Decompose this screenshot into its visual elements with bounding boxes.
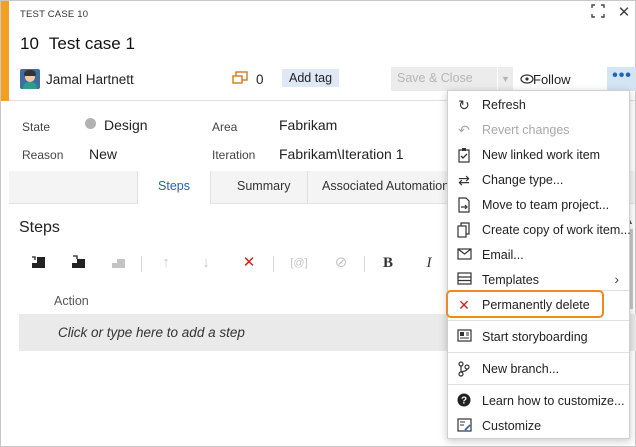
menu-item-label: Revert changes <box>482 123 570 137</box>
chevron-right-icon: › <box>614 271 619 287</box>
italic-icon[interactable]: I <box>420 254 438 272</box>
avatar <box>20 69 40 89</box>
menu-separator <box>448 320 629 321</box>
area-value[interactable]: Fabrikam <box>279 117 337 133</box>
revert-icon: ↶ <box>458 122 470 138</box>
menu-separator <box>448 384 629 385</box>
area-label: Area <box>212 120 238 134</box>
more-actions-button[interactable]: ••• <box>607 67 636 91</box>
help-icon: ? <box>456 393 472 409</box>
insert-parameter-icon: [@] <box>290 257 308 269</box>
templates-icon <box>456 272 472 288</box>
state-indicator-dot <box>85 118 96 129</box>
menu-item-templates[interactable]: Templates › <box>448 268 629 292</box>
highlight-permanently-delete <box>446 290 604 318</box>
menu-item-create-copy[interactable]: Create copy of work item... <box>448 218 631 242</box>
work-item-title-row: 10 Test case 1 <box>20 34 135 54</box>
svg-text:?: ? <box>461 396 467 407</box>
menu-item-label: Create copy of work item... <box>482 223 631 237</box>
move-up-icon: ↑ <box>162 254 170 271</box>
work-item-type-color-bar <box>1 1 9 101</box>
menu-item-label: Start storyboarding <box>482 330 588 344</box>
copy-icon <box>456 222 472 238</box>
work-item-header: TEST CASE 10 ✕ 10 Test case 1 Jamal Hartn… <box>9 1 636 101</box>
menu-item-label: Templates <box>482 273 539 287</box>
assigned-to[interactable]: Jamal Hartnett <box>46 72 134 87</box>
menu-item-new-linked-work-item[interactable]: New linked work item <box>448 143 629 167</box>
iteration-label: Iteration <box>212 148 256 162</box>
menu-item-refresh[interactable]: ↻ Refresh <box>448 93 629 117</box>
create-shared-steps-icon <box>109 254 127 272</box>
menu-item-label: Change type... <box>482 173 564 187</box>
menu-item-label: Customize <box>482 419 542 433</box>
menu-item-label: New linked work item <box>482 148 601 162</box>
menu-item-label: Refresh <box>482 98 526 112</box>
insert-step-icon[interactable] <box>29 254 47 272</box>
menu-item-label: Email... <box>482 248 524 262</box>
customize-icon <box>456 418 472 434</box>
add-step-placeholder: Click or type here to add a step <box>58 325 245 340</box>
work-item-meta-row: Jamal Hartnett 0 Add tag Save & Close ▼ … <box>20 67 636 92</box>
iteration-value[interactable]: Fabrikam\Iteration 1 <box>279 146 404 162</box>
menu-item-label: New branch... <box>482 362 560 376</box>
menu-item-learn-customize[interactable]: ? Learn how to customize... <box>448 389 629 413</box>
menu-item-revert-changes: ↶ Revert changes <box>448 118 629 142</box>
follow-button[interactable]: Follow <box>533 72 571 87</box>
linked-item-icon <box>456 147 472 163</box>
maximize-icon[interactable] <box>589 4 607 22</box>
menu-item-move-to-team-project[interactable]: Move to team project... <box>448 193 629 217</box>
work-item-title[interactable]: Test case 1 <box>49 34 135 53</box>
menu-separator <box>448 352 629 353</box>
move-down-icon: ↓ <box>202 254 210 271</box>
work-item-id: 10 <box>20 34 39 53</box>
menu-item-label: Move to team project... <box>482 198 610 212</box>
insert-shared-steps-icon[interactable] <box>69 254 87 272</box>
state-label: State <box>22 120 51 134</box>
eye-icon <box>520 74 534 84</box>
bold-icon[interactable]: B <box>379 254 397 272</box>
more-actions-menu: ↻ Refresh ↶ Revert changes New linked wo… <box>447 90 631 439</box>
move-icon <box>456 197 472 213</box>
save-close-button[interactable]: Save & Close ▼ <box>391 67 513 91</box>
reason-value[interactable]: New <box>89 146 117 162</box>
state-value[interactable]: Design <box>104 117 148 133</box>
menu-item-customize[interactable]: Customize <box>448 414 629 438</box>
reason-label: Reason <box>22 148 64 162</box>
change-type-icon: ⇄ <box>458 172 470 188</box>
work-item-form: TEST CASE 10 ✕ 10 Test case 1 Jamal Hartn… <box>0 0 636 447</box>
branch-icon <box>456 361 472 377</box>
menu-item-new-branch[interactable]: New branch... <box>448 357 629 381</box>
comment-icon[interactable] <box>232 71 248 86</box>
menu-item-label: Learn how to customize... <box>482 394 625 408</box>
close-icon[interactable]: ✕ <box>615 4 633 22</box>
add-tag-button[interactable]: Add tag <box>282 69 340 87</box>
chevron-down-icon[interactable]: ▼ <box>497 67 513 91</box>
menu-item-change-type[interactable]: ⇄ Change type... <box>448 168 629 192</box>
tab-associated-automation[interactable]: Associated Automation <box>307 171 463 204</box>
action-column-header: Action <box>54 294 89 308</box>
comment-count: 0 <box>256 72 264 87</box>
work-item-type-label: TEST CASE 10 <box>20 9 89 20</box>
tab-steps[interactable]: Steps <box>137 171 211 205</box>
delete-step-icon[interactable]: ✕ <box>240 254 258 272</box>
menu-item-start-storyboarding[interactable]: Start storyboarding <box>448 325 629 349</box>
save-close-label: Save & Close <box>397 71 473 85</box>
email-icon <box>456 247 472 263</box>
menu-item-email[interactable]: Email... <box>448 243 629 267</box>
steps-title: Steps <box>19 219 60 236</box>
refresh-icon: ↻ <box>458 97 470 113</box>
storyboard-icon <box>456 329 472 345</box>
tab-summary[interactable]: Summary <box>223 171 304 204</box>
attachment-icon: ⊘ <box>334 254 348 271</box>
